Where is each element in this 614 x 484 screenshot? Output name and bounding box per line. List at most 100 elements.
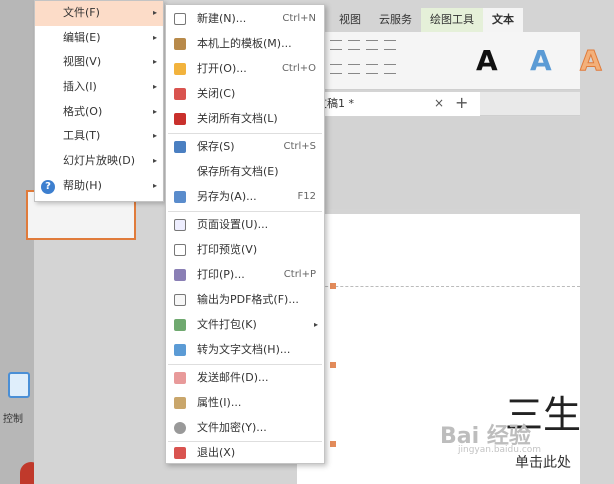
tab-text-tools[interactable]: 文本 [483, 8, 523, 32]
file-menu-local-templates[interactable]: 本机上的模板(M)... [166, 32, 324, 56]
control-panel-desktop-icon[interactable] [8, 372, 30, 398]
menu-item-label: 关闭(C) [197, 87, 236, 100]
menu-item-label: 保存所有文档(E) [197, 165, 279, 178]
encrypt-icon [174, 422, 186, 434]
menu-item-view[interactable]: 视图(V) ▸ [35, 50, 163, 75]
menu-item-label: 输出为PDF格式(F)... [197, 293, 299, 306]
line-spacing-icon[interactable] [366, 40, 378, 50]
file-menu-properties[interactable]: 属性(I)... [166, 391, 324, 415]
columns-icon[interactable] [330, 40, 342, 50]
file-menu-print-preview[interactable]: 打印预览(V) [166, 238, 324, 262]
numbered-list-icon[interactable] [366, 64, 378, 74]
file-menu-package[interactable]: 文件打包(K) ▸ [166, 313, 324, 337]
save-icon [174, 141, 186, 153]
file-menu-exit[interactable]: 退出(X) [166, 441, 324, 465]
resize-handle[interactable] [330, 441, 336, 447]
open-folder-icon [174, 63, 186, 75]
file-menu-send-mail[interactable]: 发送邮件(D)... [166, 366, 324, 390]
menu-item-tools[interactable]: 工具(T) ▸ [35, 124, 163, 149]
shortcut-label: Ctrl+P [283, 269, 316, 280]
wordart-style-black[interactable]: A [476, 44, 498, 77]
file-menu-save-all[interactable]: 保存所有文档(E) [166, 160, 324, 184]
convert-icon [174, 344, 186, 356]
menu-item-file[interactable]: 文件(F) ▸ [35, 1, 163, 26]
menu-item-label: 工具(T) [63, 129, 101, 143]
file-menu-save-as[interactable]: 另存为(A)... F12 [166, 185, 324, 209]
file-menu-close[interactable]: 关闭(C) [166, 82, 324, 106]
close-doc-icon [174, 88, 186, 100]
file-menu-new[interactable]: 新建(N)... Ctrl+N [166, 7, 324, 31]
page-setup-icon [174, 219, 186, 231]
menu-item-format[interactable]: 格式(O) ▸ [35, 100, 163, 125]
mail-icon [174, 372, 186, 384]
menu-item-label: 关闭所有文档(L) [197, 112, 278, 125]
wordart-style-blue[interactable]: A [530, 44, 552, 77]
print-icon [174, 269, 186, 281]
distribute-icon[interactable] [330, 64, 342, 74]
submenu-arrow-icon: ▸ [152, 131, 157, 141]
editor-gray-area [290, 117, 580, 209]
tab-view[interactable]: 视图 [330, 8, 370, 32]
shortcut-label: Ctrl+O [281, 63, 316, 74]
file-menu-convert-to-doc[interactable]: 转为文字文档(H)... [166, 338, 324, 362]
save-as-icon [174, 191, 186, 203]
shortcut-label: Ctrl+S [283, 141, 316, 152]
menu-item-label: 打印(P)... [197, 268, 245, 281]
menu-item-help[interactable]: ? 帮助(H) ▸ [35, 174, 163, 199]
menu-item-label: 插入(I) [63, 80, 97, 94]
menu-item-label: 打印预览(V) [197, 243, 258, 256]
menu-item-slideshow[interactable]: 幻灯片放映(D) ▸ [35, 149, 163, 174]
slide-subtitle-text[interactable]: 单击此处 [515, 452, 571, 472]
menu-item-label: 另存为(A)... [197, 190, 257, 203]
close-tab-icon[interactable]: × [434, 96, 444, 110]
file-menu-print[interactable]: 打印(P)... Ctrl+P [166, 263, 324, 287]
submenu-arrow-icon: ▸ [152, 32, 157, 42]
exit-icon [174, 447, 186, 459]
menu-item-label: 转为文字文档(H)... [197, 343, 291, 356]
file-menu-export-pdf[interactable]: 输出为PDF格式(F)... [166, 288, 324, 312]
file-submenu: 新建(N)... Ctrl+N 本机上的模板(M)... 打开(O)... Ct… [165, 4, 325, 464]
menu-separator [168, 364, 322, 365]
menu-item-label: 视图(V) [63, 55, 102, 69]
bullet-list-icon[interactable] [348, 64, 360, 74]
package-icon [174, 319, 186, 331]
pdf-icon [174, 294, 186, 306]
file-menu-page-setup[interactable]: 页面设置(U)... [166, 213, 324, 237]
new-file-icon [174, 13, 186, 25]
menu-item-label: 格式(O) [63, 104, 103, 118]
text-direction-icon[interactable] [384, 40, 396, 50]
submenu-arrow-icon: ▸ [152, 156, 157, 166]
shortcut-label: Ctrl+N [282, 13, 316, 24]
wordart-style-orange[interactable]: A [580, 44, 603, 78]
submenu-arrow-icon: ▸ [152, 57, 157, 67]
file-menu-close-all[interactable]: 关闭所有文档(L) [166, 107, 324, 131]
file-menu-encrypt[interactable]: 文件加密(Y)... [166, 416, 324, 440]
file-menu-save[interactable]: 保存(S) Ctrl+S [166, 135, 324, 159]
resize-handle[interactable] [330, 283, 336, 289]
submenu-arrow-icon: ▸ [152, 82, 157, 92]
menu-item-label: 属性(I)... [197, 396, 242, 409]
menu-item-label: 文件打包(K) [197, 318, 257, 331]
menu-item-label: 退出(X) [197, 446, 236, 459]
menu-item-label: 页面设置(U)... [197, 218, 269, 231]
menu-separator [168, 133, 322, 134]
shortcut-label: F12 [297, 191, 316, 202]
main-menu: 文件(F) ▸ 编辑(E) ▸ 视图(V) ▸ 插入(I) ▸ 格式(O) ▸ … [34, 0, 164, 202]
submenu-arrow-icon: ▸ [313, 320, 318, 329]
menu-item-label: 发送邮件(D)... [197, 371, 269, 384]
resize-handle[interactable] [330, 362, 336, 368]
new-tab-icon[interactable]: + [455, 93, 468, 112]
ribbon-tab-bar: 审阅 视图 云服务 绘图工具 文本 [290, 8, 580, 32]
submenu-arrow-icon: ▸ [152, 8, 157, 17]
menu-item-insert[interactable]: 插入(I) ▸ [35, 75, 163, 100]
properties-icon [174, 397, 186, 409]
tab-cloud-service[interactable]: 云服务 [370, 8, 421, 32]
align-icon[interactable] [348, 40, 360, 50]
text-box-icon[interactable] [384, 64, 396, 74]
menu-item-label: 本机上的模板(M)... [197, 37, 292, 50]
close-all-icon [174, 113, 186, 125]
tab-drawing-tools[interactable]: 绘图工具 [421, 8, 483, 32]
menu-item-edit[interactable]: 编辑(E) ▸ [35, 26, 163, 51]
menu-item-label: 帮助(H) [63, 178, 102, 192]
file-menu-open[interactable]: 打开(O)... Ctrl+O [166, 57, 324, 81]
